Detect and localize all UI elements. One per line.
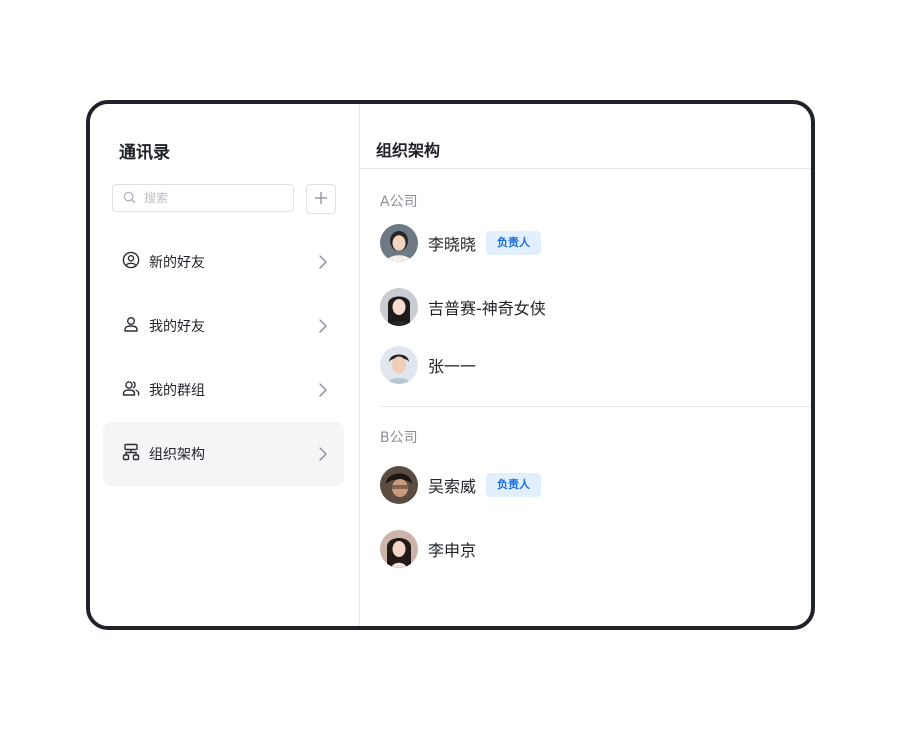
nav-item-label: 组织架构: [149, 447, 205, 463]
member-name: 张一一: [428, 357, 477, 376]
nav-item-new-friends[interactable]: 新的好友: [103, 230, 344, 294]
member-row[interactable]: 吉普赛-神奇女侠: [380, 288, 546, 326]
user-icon: [122, 315, 140, 337]
chevron-right-icon: [319, 447, 327, 461]
chevron-right-icon: [319, 319, 327, 333]
nav-item-my-friends[interactable]: 我的好友: [103, 294, 344, 358]
users-icon: [122, 379, 140, 401]
search-icon: [123, 189, 136, 208]
sidebar-title: 通讯录: [119, 143, 170, 163]
member-name: 吴索威: [428, 477, 477, 496]
member-name: 吉普赛-神奇女侠: [428, 299, 546, 318]
nav-item-org-structure[interactable]: 组织架构: [103, 422, 344, 486]
group-label-b: B公司: [380, 430, 418, 446]
avatar: [380, 346, 418, 384]
plus-icon: [314, 190, 328, 209]
user-circle-icon: [122, 251, 140, 273]
member-row[interactable]: 李晓晓 负责人: [380, 224, 542, 262]
avatar: [380, 288, 418, 326]
avatar: [380, 530, 418, 568]
chevron-right-icon: [319, 383, 327, 397]
leader-badge: 负责人: [486, 473, 542, 497]
member-name: 李申京: [428, 541, 477, 560]
member-name: 李晓晓: [428, 235, 477, 254]
leader-badge: 负责人: [486, 231, 542, 255]
add-button[interactable]: [306, 184, 336, 214]
search-box[interactable]: [112, 184, 294, 212]
sidebar: 通讯录 新的好友 我的好友: [90, 104, 360, 626]
group-divider: [380, 406, 811, 407]
member-row[interactable]: 李申京: [380, 530, 476, 568]
org-chart-icon: [122, 443, 140, 465]
nav-item-label: 新的好友: [149, 255, 205, 271]
avatar: [380, 224, 418, 262]
member-row[interactable]: 张一一: [380, 346, 476, 384]
page-title: 组织架构: [376, 141, 441, 160]
main-panel: 组织架构 A公司 李晓晓 负责人 吉普赛-神奇女侠 张一一 B公司 吴索威 负责…: [360, 104, 811, 626]
nav-item-label: 我的好友: [149, 319, 205, 335]
avatar: [380, 466, 418, 504]
nav-item-my-groups[interactable]: 我的群组: [103, 358, 344, 422]
group-label-a: A公司: [380, 194, 418, 210]
search-input[interactable]: [142, 190, 286, 206]
header-divider: [360, 168, 811, 169]
chevron-right-icon: [319, 255, 327, 269]
contacts-window: 通讯录 新的好友 我的好友: [86, 100, 815, 630]
nav-item-label: 我的群组: [149, 383, 205, 399]
member-row[interactable]: 吴索威 负责人: [380, 466, 542, 504]
